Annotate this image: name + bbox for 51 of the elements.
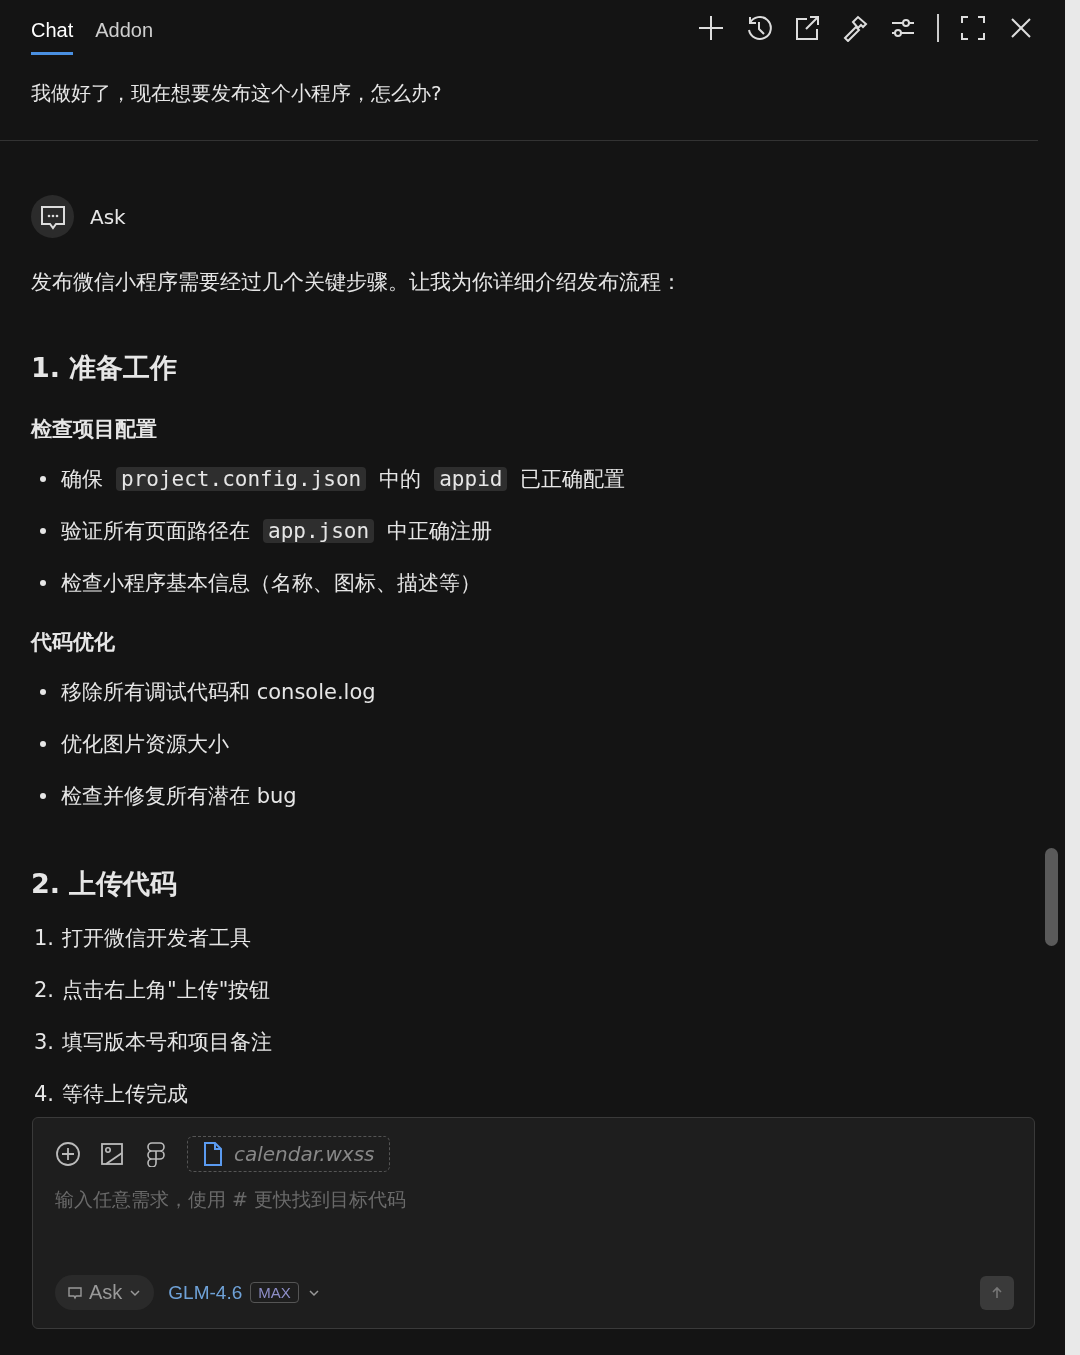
inline-code: project.config.json [116,467,367,491]
bullet-icon [40,689,46,695]
message-input[interactable]: 输入任意需求，使用 # 更快找到目标代码 [55,1188,1012,1210]
bullet-icon [40,528,46,534]
list-text: 已正确配置 [520,466,626,493]
response-text: 发布微信小程序需要经过几个关键步骤。让我为你详细介绍发布流程： [31,269,683,296]
model-dropdown[interactable]: GLM-4.6 MAX [168,1281,321,1304]
user-message: 我做好了，现在想要发布这个小程序，怎么办? [30,80,443,107]
fullscreen-icon[interactable] [959,14,987,42]
plus-icon[interactable] [697,14,725,42]
list-text: 打开微信开发者工具 [62,925,251,952]
inline-code: appid [434,467,508,491]
list-text: 优化图片资源大小 [61,731,229,758]
list-text: 移除所有调试代码和 console.log [61,679,376,706]
list-number: 3. [33,1030,56,1054]
image-icon[interactable] [99,1141,125,1167]
section-heading: 1. 准备工作 [31,351,179,385]
section-heading: 2. 上传代码 [31,867,179,901]
list-number: 4. [33,1082,56,1106]
hammer-icon[interactable] [841,14,869,42]
history-icon[interactable] [745,14,773,42]
list-text: 确保 [61,466,103,493]
send-button[interactable] [980,1275,1014,1310]
bullet-icon [40,741,46,747]
bullet-icon [40,793,46,799]
subheading: 检查项目配置 [31,417,157,441]
tab[interactable]: Addon [95,0,154,55]
bullet-icon [40,476,46,482]
inline-code: app.json [263,519,375,543]
list-number: 2. [33,978,56,1002]
file-icon [202,1141,224,1167]
list-text: 中的 [379,466,422,493]
list-text: 检查小程序基本信息（名称、图标、描述等） [61,570,481,597]
bullet-icon [40,580,46,586]
mode-label: Ask [90,204,126,229]
list-text: 等待上传完成 [62,1081,188,1108]
list-text: 填写版本号和项目备注 [62,1029,272,1056]
list-text: 检查并修复所有潜在 bug [61,783,297,810]
chat-bubble-icon [67,1284,83,1301]
scrollbar-thumb[interactable] [1045,848,1058,946]
list-number: 1. [33,926,56,950]
tab[interactable]: Chat [31,0,74,55]
mode-dropdown[interactable]: Ask [55,1275,155,1310]
list-text: 点击右上角"上传"按钮 [62,977,271,1004]
chat-bubble-icon [31,195,74,238]
list-text: 中正确注册 [387,518,493,545]
add-icon[interactable] [55,1141,81,1167]
subheading: 代码优化 [31,630,115,654]
list-text: 验证所有页面路径在 [61,518,250,545]
open-external-icon[interactable] [793,14,821,42]
file-chip[interactable]: calendar.wxss [187,1136,390,1172]
